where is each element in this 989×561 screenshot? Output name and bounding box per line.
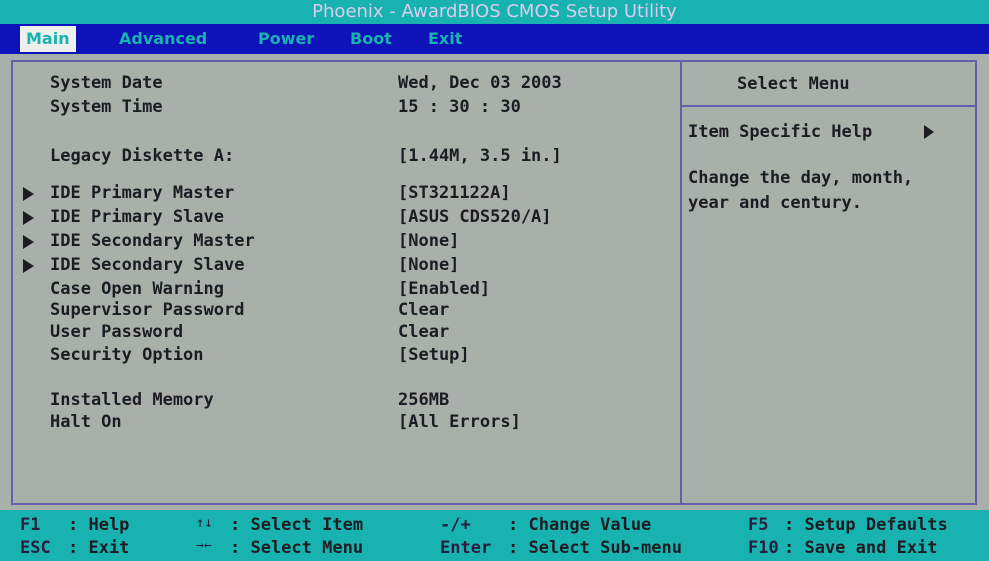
menu-exit[interactable]: Exit	[422, 26, 468, 52]
help-text: Change the day, month, year and century.	[688, 168, 914, 213]
setting-value-legacy-diskette[interactable]: [1.44M, 3.5 in.]	[398, 146, 562, 166]
submenu-arrow-icon	[23, 235, 34, 249]
key-f10: F10	[748, 538, 779, 558]
key-setup-defaults-desc: : Setup Defaults	[784, 515, 948, 535]
key-up-down-icon: ↑↓	[196, 515, 213, 531]
setting-label-user-password: User Password	[50, 322, 184, 342]
submenu-arrow-icon	[23, 211, 34, 225]
setting-label-ide-primary-master[interactable]: IDE Primary Master	[50, 183, 234, 203]
menu-bar: Main Advanced Power Boot Exit	[0, 24, 989, 54]
setting-label-ide-primary-slave[interactable]: IDE Primary Slave	[50, 207, 224, 227]
setting-value-ide-secondary-slave[interactable]: [None]	[398, 255, 459, 275]
setting-value-user-password[interactable]: Clear	[398, 322, 449, 342]
submenu-arrow-icon	[23, 187, 34, 201]
setting-value-system-date[interactable]: Wed, Dec 03 2003	[398, 73, 562, 93]
setting-value-ide-primary-slave[interactable]: [ASUS CDS520/A]	[398, 207, 552, 227]
setting-value-halt-on[interactable]: [All Errors]	[398, 412, 521, 432]
menu-boot[interactable]: Boot	[344, 26, 398, 52]
setting-value-system-time[interactable]: 15 : 30 : 30	[398, 97, 521, 117]
item-specific-help-label: Item Specific Help	[688, 122, 873, 142]
setting-value-ide-secondary-master[interactable]: [None]	[398, 231, 459, 251]
menu-main[interactable]: Main	[20, 26, 76, 52]
setting-label-ide-secondary-master[interactable]: IDE Secondary Master	[50, 231, 255, 251]
setting-value-case-open-warning[interactable]: [Enabled]	[398, 279, 490, 299]
menu-power[interactable]: Power	[252, 26, 320, 52]
help-divider	[682, 105, 975, 107]
setting-label-supervisor-password: Supervisor Password	[50, 300, 245, 320]
key-exit-desc: : Exit	[68, 538, 130, 558]
setting-value-installed-memory: 256MB	[398, 390, 450, 410]
setting-value-supervisor-password[interactable]: Clear	[398, 300, 449, 320]
help-panel-title: Select Menu	[737, 74, 850, 94]
help-arrow-icon	[924, 125, 934, 139]
window-title: Phoenix - AwardBIOS CMOS Setup Utility	[0, 0, 989, 24]
setting-label-ide-secondary-slave[interactable]: IDE Secondary Slave	[50, 255, 244, 275]
setting-label-system-time: System Time	[50, 97, 163, 117]
key-save-exit-desc: : Save and Exit	[784, 538, 938, 558]
setting-value-security-option[interactable]: [Setup]	[398, 345, 470, 365]
setting-value-ide-primary-master[interactable]: [ST321122A]	[398, 183, 511, 203]
setting-label-case-open-warning: Case Open Warning	[50, 279, 224, 299]
key-plus-minus: -/+	[440, 515, 471, 535]
key-enter: Enter	[440, 538, 492, 558]
key-left-right-icon: →←	[196, 538, 212, 553]
key-select-item-desc: : Select Item	[230, 515, 364, 535]
setting-label-legacy-diskette: Legacy Diskette A:	[50, 146, 235, 166]
key-f1: F1	[20, 515, 41, 535]
submenu-arrow-icon	[23, 259, 34, 273]
key-select-submenu-desc: : Select Sub-menu	[508, 538, 682, 558]
setting-label-security-option: Security Option	[50, 345, 204, 365]
key-select-menu-desc: : Select Menu	[230, 538, 364, 558]
key-esc: ESC	[20, 538, 51, 558]
setting-label-halt-on: Halt On	[50, 412, 122, 432]
menu-advanced[interactable]: Advanced	[113, 26, 213, 52]
setting-label-system-date: System Date	[50, 73, 163, 93]
key-f5: F5	[748, 515, 769, 535]
key-change-value-desc: : Change Value	[508, 515, 652, 535]
key-f1-desc: : Help	[68, 515, 130, 535]
setting-label-installed-memory: Installed Memory	[50, 390, 214, 410]
panel-divider	[680, 62, 682, 503]
